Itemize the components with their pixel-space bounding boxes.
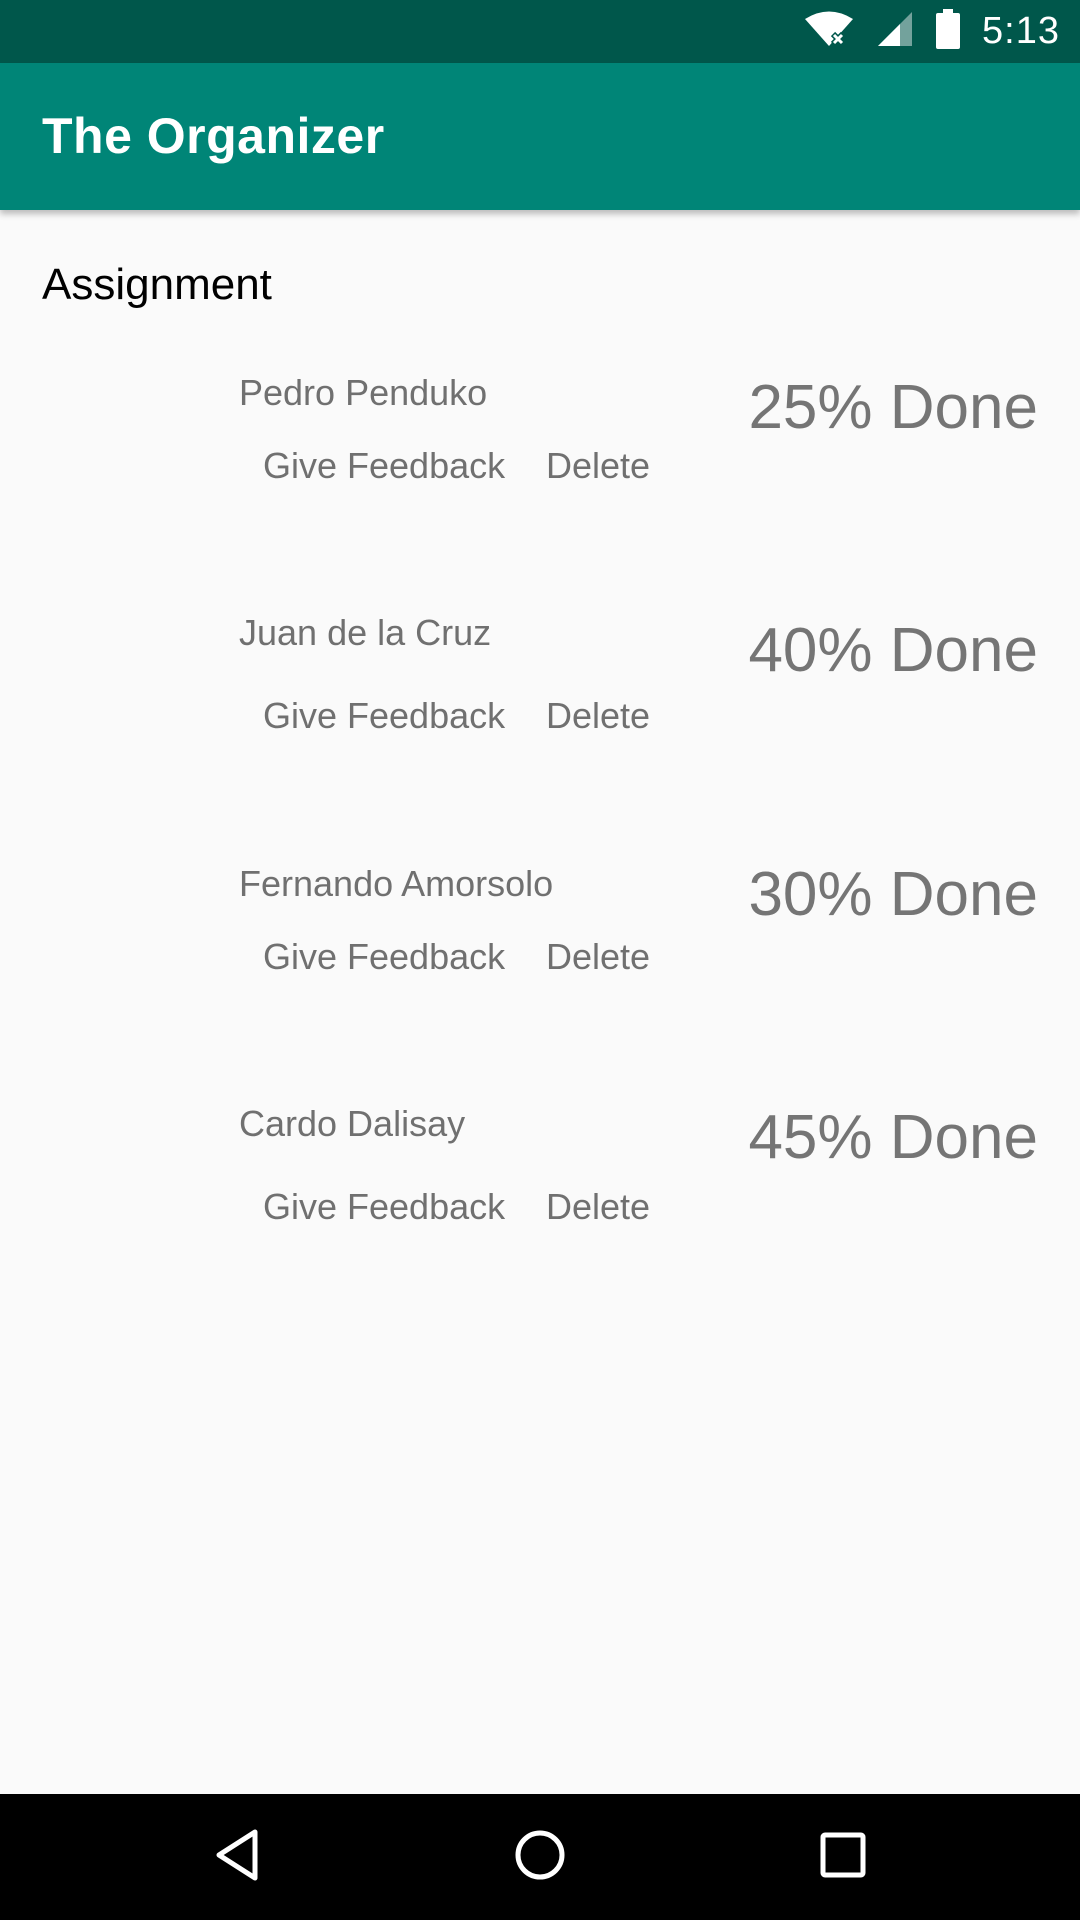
progress-label: 45% Done <box>748 1103 1038 1172</box>
status-icons: 5:13 <box>804 0 1060 63</box>
back-icon <box>213 1828 261 1887</box>
status-bar: 5:13 <box>0 0 1080 63</box>
delete-button[interactable]: Delete <box>546 936 650 978</box>
give-feedback-button[interactable]: Give Feedback <box>263 695 505 737</box>
back-button[interactable] <box>204 1824 270 1890</box>
list-item: Cardo Dalisay Give Feedback Delete 45% D… <box>0 1103 1080 1303</box>
recents-button[interactable] <box>810 1824 876 1890</box>
list-item: Fernando Amorsolo Give Feedback Delete 3… <box>0 860 1080 1063</box>
give-feedback-button[interactable]: Give Feedback <box>263 936 505 978</box>
student-name: Juan de la Cruz <box>239 612 492 653</box>
progress-label: 25% Done <box>748 373 1038 442</box>
home-button[interactable] <box>507 1824 573 1890</box>
content: Assignment Pedro Penduko Give Feedback D… <box>0 210 1080 1794</box>
give-feedback-button[interactable]: Give Feedback <box>263 1186 505 1228</box>
signal-icon <box>876 10 914 53</box>
delete-button[interactable]: Delete <box>546 1186 650 1228</box>
navigation-bar <box>0 1794 1080 1920</box>
student-name: Pedro Penduko <box>239 372 488 413</box>
wifi-icon <box>804 10 854 53</box>
student-name: Cardo Dalisay <box>239 1103 466 1144</box>
battery-icon <box>936 9 961 54</box>
section-title: Assignment <box>42 260 272 309</box>
app-bar: The Organizer <box>0 63 1080 210</box>
progress-label: 40% Done <box>748 616 1038 685</box>
home-icon <box>514 1829 566 1886</box>
list-item: Pedro Penduko Give Feedback Delete 25% D… <box>0 372 1080 572</box>
list-item: Juan de la Cruz Give Feedback Delete 40%… <box>0 612 1080 812</box>
progress-label: 30% Done <box>748 860 1038 929</box>
delete-button[interactable]: Delete <box>546 445 650 487</box>
student-name: Fernando Amorsolo <box>239 863 554 904</box>
app-title: The Organizer <box>42 108 385 164</box>
status-time: 5:13 <box>982 10 1060 52</box>
give-feedback-button[interactable]: Give Feedback <box>263 445 505 487</box>
recents-icon <box>820 1832 866 1883</box>
delete-button[interactable]: Delete <box>546 695 650 737</box>
